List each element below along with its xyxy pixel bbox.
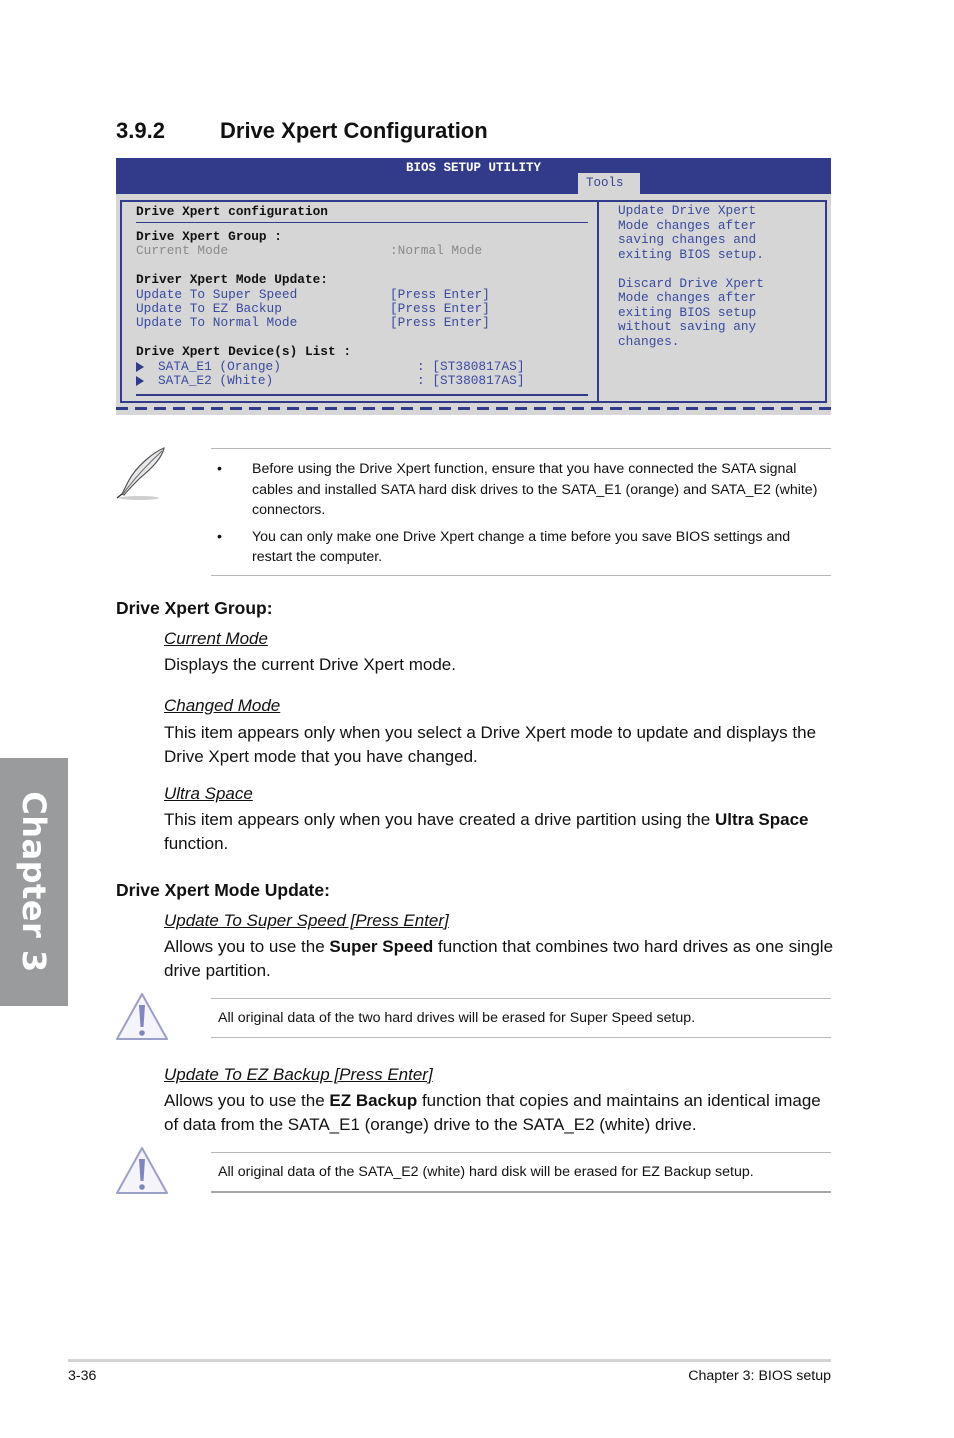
- chapter-tab-label: Chapter 3: [15, 791, 53, 973]
- item-title-ez-backup: Update To EZ Backup [Press Enter]: [164, 1065, 433, 1084]
- help-line: Discard Drive Xpert: [618, 275, 764, 291]
- help-line: Mode changes after: [618, 290, 757, 305]
- section-number: 3.9.2: [116, 118, 165, 143]
- section-title: Drive Xpert Configuration: [220, 118, 488, 143]
- drive-xpert-group-label: Drive Xpert Group :: [136, 229, 282, 244]
- body-bold-text: Ultra Space: [714, 810, 809, 829]
- item-body-ez-backup: Allows you to use the EZ Backup function…: [164, 1089, 836, 1137]
- bios-heading-divider: [136, 222, 588, 223]
- body-text: Allows you to use the: [164, 1091, 330, 1110]
- footer-rule: [68, 1359, 831, 1362]
- device-sata-e2[interactable]: SATA_E2 (White): [136, 374, 273, 388]
- bios-tab-tools[interactable]: Tools: [578, 173, 640, 194]
- warning-text: All original data of the SATA_E2 (white)…: [218, 1164, 754, 1180]
- note-box: • Before using the Drive Xpert function,…: [211, 448, 831, 576]
- help-line: Mode changes after: [618, 217, 757, 233]
- bios-help-pane: Update Drive Xpert Mode changes after sa…: [618, 203, 823, 349]
- item-title-ultra-space: Ultra Space: [164, 784, 253, 803]
- help-line: without saving any: [618, 319, 757, 334]
- warning-text: All original data of the two hard drives…: [218, 1010, 696, 1026]
- feather-pen-icon: [114, 446, 172, 509]
- bios-title: BIOS SETUP UTILITY: [405, 161, 542, 175]
- page-number: 3-36: [68, 1368, 97, 1384]
- body-bold-text: EZ Backup: [329, 1091, 418, 1110]
- body-text: function.: [164, 834, 229, 853]
- bios-settings-pane: Drive Xpert configuration Drive Xpert Gr…: [122, 202, 597, 401]
- help-line: [618, 262, 823, 277]
- section-heading: 3.9.2 Drive Xpert Configuration: [116, 118, 488, 144]
- device-sata-e2-label: SATA_E2 (White): [158, 373, 274, 388]
- help-line: Update Drive Xpert: [618, 203, 757, 218]
- warning-icon: [114, 1145, 170, 1202]
- body-text: This item appears only when you have cre…: [164, 810, 715, 829]
- update-super-speed-value[interactable]: [Press Enter]: [390, 288, 490, 302]
- update-normal-mode-item[interactable]: Update To Normal Mode: [136, 316, 297, 330]
- bios-screen: BIOS SETUP UTILITY Tools Drive Xpert con…: [116, 158, 831, 415]
- body-bold-text: Super Speed: [329, 937, 434, 956]
- help-line: changes.: [618, 333, 680, 349]
- item-title-super-speed: Update To Super Speed [Press Enter]: [164, 911, 449, 930]
- current-mode-label: Current Mode: [136, 243, 229, 258]
- device-sata-e1-label: SATA_E1 (Orange): [158, 359, 281, 374]
- chapter-side-tab: Chapter 3: [0, 758, 68, 1006]
- warning-box-super-speed: All original data of the two hard drives…: [211, 998, 831, 1038]
- help-line: exiting BIOS setup: [618, 304, 757, 320]
- bios-main-panel: Drive Xpert configuration Drive Xpert Gr…: [120, 200, 827, 403]
- item-body-super-speed: Allows you to use the Super Speed functi…: [164, 935, 836, 983]
- item-body-changed-mode: This item appears only when you select a…: [164, 723, 817, 766]
- group-section-heading: Drive Xpert Group:: [116, 598, 273, 618]
- bios-header: BIOS SETUP UTILITY Tools: [116, 158, 831, 194]
- note-bullet: • Before using the Drive Xpert function,…: [211, 459, 831, 521]
- bios-cut-line: [116, 407, 831, 410]
- body-text: Allows you to use the: [164, 937, 330, 956]
- device-sata-e1-value: : [ST380817AS]: [417, 359, 525, 374]
- bullet-icon: •: [217, 528, 222, 545]
- update-super-speed-item[interactable]: Update To Super Speed: [136, 288, 297, 302]
- help-line: saving changes and: [618, 232, 757, 247]
- bios-pane-heading: Drive Xpert configuration: [136, 204, 328, 219]
- mode-update-label: Driver Xpert Mode Update:: [136, 272, 328, 287]
- item-body-current-mode: Displays the current Drive Xpert mode.: [164, 655, 456, 674]
- item-title-current-mode: Current Mode: [164, 629, 268, 648]
- bios-pane-divider: [597, 202, 599, 401]
- mode-section-heading: Drive Xpert Mode Update:: [116, 880, 330, 900]
- bios-bottom-divider: [136, 394, 588, 396]
- item-body-ultra-space: This item appears only when you have cre…: [164, 808, 836, 856]
- note-bullet: • You can only make one Drive Xpert chan…: [211, 527, 831, 568]
- submenu-arrow-icon: [136, 361, 144, 372]
- update-ez-backup-value[interactable]: [Press Enter]: [390, 302, 490, 316]
- update-ez-backup-item[interactable]: Update To EZ Backup: [136, 302, 282, 316]
- device-sata-e1[interactable]: SATA_E1 (Orange): [136, 360, 281, 374]
- footer-chapter: Chapter 3: BIOS setup: [688, 1368, 831, 1384]
- device-sata-e2-value: : [ST380817AS]: [417, 373, 525, 388]
- item-title-changed-mode: Changed Mode: [164, 696, 281, 715]
- current-mode-value: :Normal Mode: [390, 243, 483, 258]
- note-bullet-text: You can only make one Drive Xpert change…: [252, 528, 791, 566]
- device-list-label: Drive Xpert Device(s) List :: [136, 344, 352, 359]
- warning-box-ez-backup: All original data of the SATA_E2 (white)…: [211, 1152, 831, 1193]
- help-line: exiting BIOS setup.: [618, 246, 764, 262]
- submenu-arrow-icon: [136, 375, 144, 386]
- bullet-icon: •: [217, 461, 222, 477]
- warning-icon: [114, 991, 170, 1048]
- note-bullet-text: Before using the Drive Xpert function, e…: [252, 461, 818, 518]
- update-normal-mode-value[interactable]: [Press Enter]: [390, 316, 490, 330]
